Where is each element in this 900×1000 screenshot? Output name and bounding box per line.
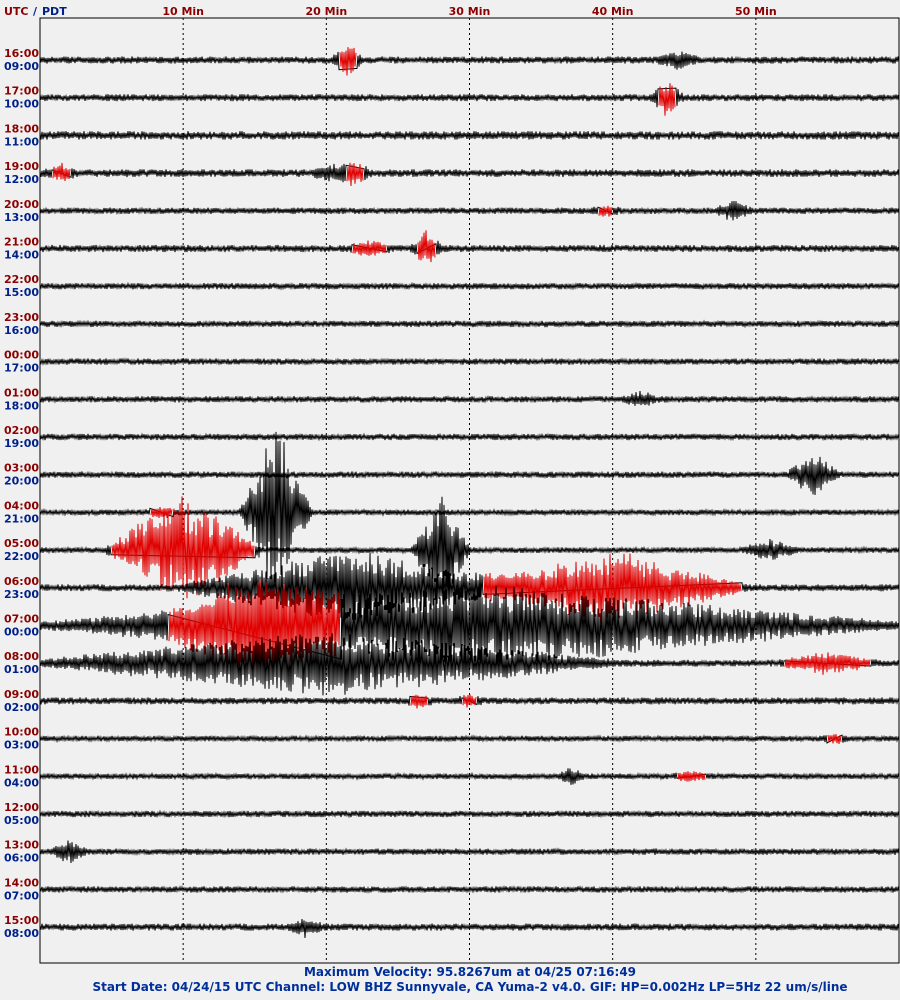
row-label-pdt-1300: 13:00 xyxy=(4,211,39,224)
max-velocity-text: Maximum Velocity: 95.8267um at 04/25 07:… xyxy=(303,965,637,979)
trace-row-1600 xyxy=(39,47,900,76)
row-label-utc-1800: 18:00 xyxy=(4,122,39,135)
row-label-pdt-0600: 06:00 xyxy=(4,852,39,865)
trace-line-1800 xyxy=(39,131,900,140)
row-label-pdt-1700: 17:00 xyxy=(4,362,39,375)
row-label-utc-0300: 03:00 xyxy=(4,462,39,475)
row-label-utc-2000: 20:00 xyxy=(4,198,39,211)
x-tick-label-10-min: 10 Min xyxy=(162,5,204,18)
row-label-pdt-0900: 09:00 xyxy=(4,60,39,73)
row-label-utc-1400: 14:00 xyxy=(4,876,39,889)
row-label-pdt-1200: 12:00 xyxy=(4,173,39,186)
header-separator: / xyxy=(33,5,38,18)
row-label-utc-2200: 22:00 xyxy=(4,273,39,286)
trace-line-1000 xyxy=(39,734,900,744)
row-label-pdt-1100: 11:00 xyxy=(4,135,39,148)
row-label-pdt-1500: 15:00 xyxy=(4,286,39,299)
row-label-utc-1200: 12:00 xyxy=(4,801,39,814)
row-label-pdt-2000: 20:00 xyxy=(4,475,39,488)
row-label-pdt-1000: 10:00 xyxy=(4,98,39,111)
row-label-pdt-0500: 05:00 xyxy=(4,814,39,827)
trace-line-2300 xyxy=(39,319,900,329)
row-label-utc-1000: 10:00 xyxy=(4,726,39,739)
row-label-pdt-0100: 01:00 xyxy=(4,663,39,676)
trace-line-1200 xyxy=(39,809,900,819)
row-label-utc-1500: 15:00 xyxy=(4,914,39,927)
row-label-pdt-2100: 21:00 xyxy=(4,512,39,525)
row-label-utc-1900: 19:00 xyxy=(4,160,39,173)
trace-row-1200 xyxy=(39,809,900,819)
row-label-pdt-1800: 18:00 xyxy=(4,399,39,412)
trace-row-1100 xyxy=(39,768,900,785)
row-label-utc-1300: 13:00 xyxy=(4,839,39,852)
start-date-channel-text: Start Date: 04/24/15 UTC Channel: LOW BH… xyxy=(92,980,848,994)
trace-row-0900 xyxy=(39,694,900,709)
row-label-pdt-1400: 14:00 xyxy=(4,249,39,262)
utc-header-label: UTC xyxy=(4,5,29,18)
row-label-utc-2300: 23:00 xyxy=(4,311,39,324)
row-label-pdt-0300: 03:00 xyxy=(4,739,39,752)
row-label-utc-1600: 16:00 xyxy=(4,47,39,60)
row-label-pdt-0700: 07:00 xyxy=(4,889,39,902)
row-label-utc-0500: 05:00 xyxy=(4,537,39,550)
trace-line-2100 xyxy=(39,240,900,255)
row-label-utc-2100: 21:00 xyxy=(4,236,39,249)
row-label-utc-0600: 06:00 xyxy=(4,575,39,588)
row-label-pdt-0800: 08:00 xyxy=(4,927,39,940)
row-label-pdt-0400: 04:00 xyxy=(4,776,39,789)
trace-row-1000 xyxy=(39,734,900,744)
trace-event-1100 xyxy=(677,771,706,782)
trace-row-1400 xyxy=(39,885,900,894)
row-label-pdt-0200: 02:00 xyxy=(4,701,39,714)
helicorder-chart: 16:0009:0017:0010:0018:0011:0019:0012:00… xyxy=(4,5,900,964)
trace-row-2100 xyxy=(39,230,900,263)
row-label-pdt-2300: 23:00 xyxy=(4,588,39,601)
trace-row-1500 xyxy=(39,919,900,939)
x-tick-label-30-min: 30 Min xyxy=(449,5,491,18)
row-label-utc-1700: 17:00 xyxy=(4,85,39,98)
row-label-pdt-0000: 00:00 xyxy=(4,626,39,639)
trace-line-1500 xyxy=(39,919,900,939)
row-label-utc-0800: 08:00 xyxy=(4,650,39,663)
trace-event-0800 xyxy=(784,652,871,675)
row-label-utc-0100: 01:00 xyxy=(4,386,39,399)
x-tick-label-50-min: 50 Min xyxy=(735,5,777,18)
trace-event-0400 xyxy=(150,506,173,519)
row-label-pdt-1600: 16:00 xyxy=(4,324,39,337)
row-label-utc-0200: 02:00 xyxy=(4,424,39,437)
x-tick-label-20-min: 20 Min xyxy=(305,5,347,18)
trace-row-1900 xyxy=(39,162,900,187)
row-label-utc-0900: 09:00 xyxy=(4,688,39,701)
row-label-pdt-2200: 22:00 xyxy=(4,550,39,563)
trace-line-1100 xyxy=(39,768,900,785)
row-label-utc-0000: 00:00 xyxy=(4,349,39,362)
trace-row-2300 xyxy=(39,319,900,329)
row-label-pdt-1900: 19:00 xyxy=(4,437,39,450)
row-label-utc-1100: 11:00 xyxy=(4,763,39,776)
trace-line-1400 xyxy=(39,885,900,894)
x-tick-label-40-min: 40 Min xyxy=(592,5,634,18)
trace-row-1800 xyxy=(39,131,900,140)
trace-event-1000 xyxy=(827,734,842,744)
pdt-header-label: PDT xyxy=(42,5,67,18)
row-label-utc-0700: 07:00 xyxy=(4,613,39,626)
row-label-utc-0400: 04:00 xyxy=(4,499,39,512)
trace-event-1600 xyxy=(339,47,357,76)
header-label: UTC / PDT xyxy=(4,5,67,18)
trace-event-2000 xyxy=(598,205,613,217)
